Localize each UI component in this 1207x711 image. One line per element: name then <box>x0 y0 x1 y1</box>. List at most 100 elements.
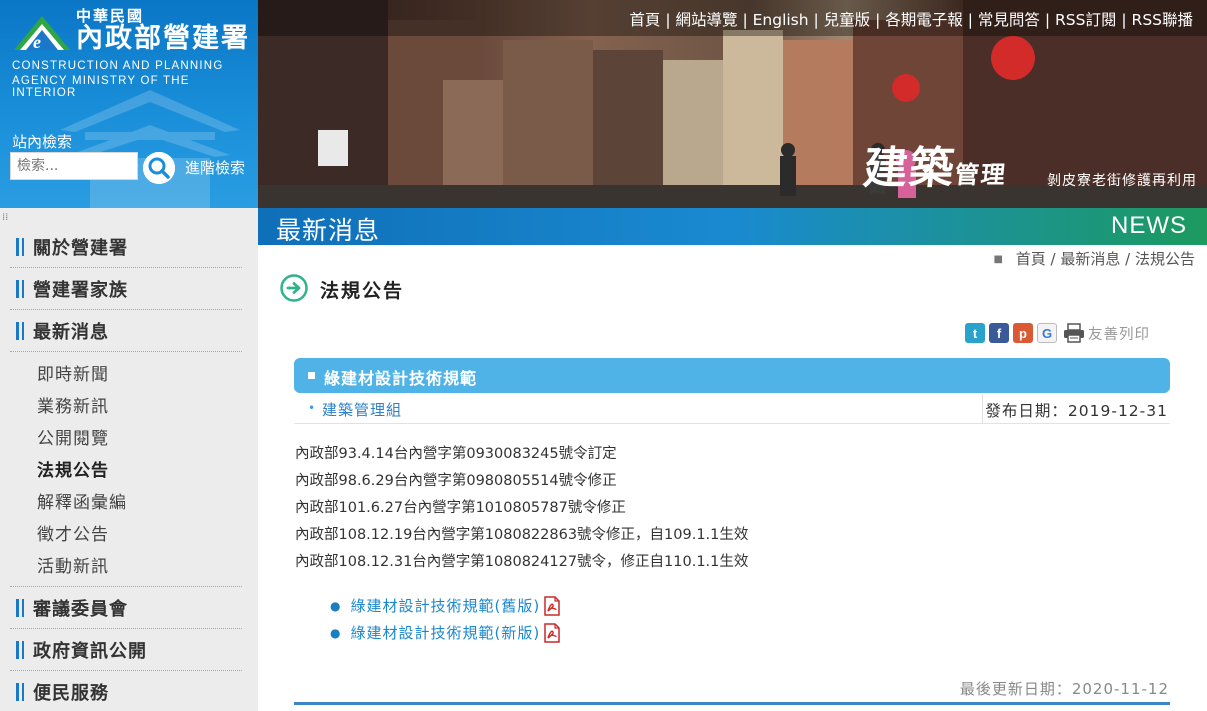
top-nav-separator: | <box>967 11 978 29</box>
top-nav-faq[interactable]: 常見問答 <box>978 11 1040 29</box>
top-nav-separator: | <box>813 11 824 29</box>
top-nav-home[interactable]: 首頁 <box>629 11 660 29</box>
sidebar-item-label: 最新消息 <box>33 321 109 343</box>
top-nav-separator: | <box>875 11 886 29</box>
top-nav-kids[interactable]: 兒童版 <box>824 11 871 29</box>
page: e 中華民國 內政部營建署 CONSTRUCTION AND PLANNING … <box>0 0 1207 711</box>
agency-logo-icon: e <box>14 16 70 52</box>
article-meta: • 建築管理組 發布日期：2019-12-31 <box>294 394 1170 424</box>
title-bar-zh: 最新消息 <box>276 216 381 245</box>
pdf-file-icon <box>544 622 560 643</box>
article-line: 內政部101.6.27台內營字第1010805787號令修正 <box>295 500 626 516</box>
title-bar-en: NEWS <box>1111 212 1187 239</box>
bullet-icon: ● <box>330 598 341 613</box>
content-bottom-divider <box>294 702 1170 705</box>
banner-calligraphy: 建築管理 <box>861 132 1012 196</box>
twitter-share-icon[interactable]: t <box>965 323 985 343</box>
sidebar-item-news[interactable]: 最新消息 <box>10 310 242 352</box>
svg-text:e: e <box>33 32 41 52</box>
attachment-list: ● 綠建材設計技術規範(舊版) ● 綠建材設計技術規範(新版) <box>330 592 562 646</box>
nav-bar-icon <box>16 321 19 340</box>
sidebar-item-label: 審議委員會 <box>33 598 128 620</box>
header-banner: 首頁 | 網站導覽 | English | 兒童版 | 各期電子報 | 常見問答… <box>258 0 1207 208</box>
breadcrumb-news[interactable]: 最新消息 <box>1060 250 1120 268</box>
site-name-en-line2: AGENCY MINISTRY OF THE INTERIOR <box>12 75 190 99</box>
bullet-icon: ● <box>330 625 341 640</box>
sidebar-item-about[interactable]: 關於營建署 <box>10 226 242 268</box>
top-nav-newsletters[interactable]: 各期電子報 <box>885 11 963 29</box>
publish-date: 發布日期：2019-12-31 <box>985 402 1168 420</box>
nav-bar-icon <box>16 237 19 256</box>
drag-handle-dots: ⁞⁞ <box>2 212 9 223</box>
breadcrumb-bullet-icon: ■ <box>993 254 1003 265</box>
sidebar-item-gov-info[interactable]: 政府資訊公開 <box>10 629 242 671</box>
top-nav-sitemap[interactable]: 網站導覽 <box>676 11 738 29</box>
search-icon <box>143 152 175 184</box>
top-nav-rss-feed[interactable]: RSS聯播 <box>1132 11 1193 29</box>
top-nav-separator: | <box>665 11 676 29</box>
publishing-unit-link[interactable]: 建築管理組 <box>322 399 402 420</box>
sidebar-sub-interpretations[interactable]: 解釋函彙編 <box>10 484 242 516</box>
top-nav-rss-subscribe[interactable]: RSS訂閱 <box>1055 11 1116 29</box>
article-title: 綠建材設計技術規範 <box>324 369 478 388</box>
article-line: 內政部108.12.31台內營字第1080824127號令，修正自110.1.1… <box>295 554 749 570</box>
nav-bar-icon <box>16 598 19 617</box>
plurk-share-icon[interactable]: p <box>1013 323 1033 343</box>
search-label: 站內檢索 <box>12 133 73 151</box>
sidebar-sub-regulations[interactable]: 法規公告 <box>10 452 242 484</box>
sidebar-sub-public-review[interactable]: 公開閱覽 <box>10 420 242 452</box>
banner-calligraphy-small: 管理 <box>953 160 1009 189</box>
site-name-en-line1: CONSTRUCTION AND PLANNING <box>12 60 224 72</box>
sidebar-nav: 關於營建署 營建署家族 最新消息 即時新聞 業務新訊 公開閱覽 法規公告 解釋函… <box>10 226 242 711</box>
banner-caption: 剝皮寮老街修護再利用 <box>1047 173 1197 189</box>
article-body: 內政部93.4.14台內營字第0930083245號令訂定 內政部98.6.29… <box>295 443 1155 578</box>
sidebar-item-committee[interactable]: 審議委員會 <box>10 587 242 629</box>
meta-divider <box>982 394 983 424</box>
search-button[interactable] <box>143 152 175 184</box>
breadcrumb-home[interactable]: 首頁 <box>1016 250 1046 268</box>
nav-bar-icon <box>16 682 19 701</box>
print-button[interactable]: 友善列印 <box>1061 323 1150 344</box>
list-item: ● 綠建材設計技術規範(舊版) <box>330 592 562 619</box>
top-nav-english[interactable]: English <box>753 11 809 29</box>
sidebar-sub-events[interactable]: 活動新訊 <box>10 548 242 580</box>
printer-icon <box>1064 323 1084 343</box>
breadcrumb-regulations[interactable]: 法規公告 <box>1135 250 1195 268</box>
print-label: 友善列印 <box>1088 326 1150 343</box>
advanced-search-link[interactable]: 進階檢索 <box>185 157 245 178</box>
top-nav-separator: | <box>742 11 753 29</box>
sidebar-sub-recruitment[interactable]: 徵才公告 <box>10 516 242 548</box>
list-item: ● 綠建材設計技術規範(新版) <box>330 619 562 646</box>
facebook-share-icon[interactable]: f <box>989 323 1009 343</box>
search-input[interactable] <box>10 152 138 180</box>
site-name-main: 內政部營建署 <box>76 23 250 54</box>
sidebar-item-family[interactable]: 營建署家族 <box>10 268 242 310</box>
sidebar-item-label: 便民服務 <box>33 682 109 704</box>
top-nav-separator: | <box>1121 11 1132 29</box>
breadcrumb-separator: / <box>1125 250 1135 268</box>
sidebar-sub-business-news[interactable]: 業務新訊 <box>10 388 242 420</box>
share-toolbar: t f p G 友善列印 <box>965 322 1150 344</box>
logo-area: e 中華民國 內政部營建署 CONSTRUCTION AND PLANNING … <box>0 0 258 208</box>
sidebar-item-label: 關於營建署 <box>33 237 128 259</box>
arrow-circle-icon <box>280 274 308 302</box>
dot-bullet-icon: • <box>308 401 316 415</box>
nav-bar-icon <box>16 279 19 298</box>
attachment-old-version-link[interactable]: 綠建材設計技術規範(舊版) <box>350 595 540 616</box>
breadcrumb: ■ 首頁 / 最新消息 / 法規公告 <box>994 248 1196 269</box>
square-bullet-icon <box>308 372 315 379</box>
sidebar-sub-instant-news[interactable]: 即時新聞 <box>10 356 242 388</box>
article-title-bar: 綠建材設計技術規範 <box>294 358 1170 393</box>
article-line: 內政部98.6.29台內營字第0980805514號令修正 <box>295 473 617 489</box>
attachment-new-version-link[interactable]: 綠建材設計技術規範(新版) <box>350 622 540 643</box>
google-share-icon[interactable]: G <box>1037 323 1057 343</box>
section-title-bar: 最新消息 NEWS <box>258 208 1207 245</box>
sidebar-item-services[interactable]: 便民服務 <box>10 671 242 711</box>
pdf-file-icon <box>544 595 560 616</box>
page-title: 法規公告 <box>320 280 405 302</box>
top-nav: 首頁 | 網站導覽 | English | 兒童版 | 各期電子報 | 常見問答… <box>629 8 1193 30</box>
breadcrumb-separator: / <box>1050 250 1061 268</box>
article-line: 內政部108.12.19台內營字第1080822863號令修正，自109.1.1… <box>295 527 749 543</box>
top-nav-separator: | <box>1044 11 1055 29</box>
sidebar-item-label: 政府資訊公開 <box>33 640 147 662</box>
